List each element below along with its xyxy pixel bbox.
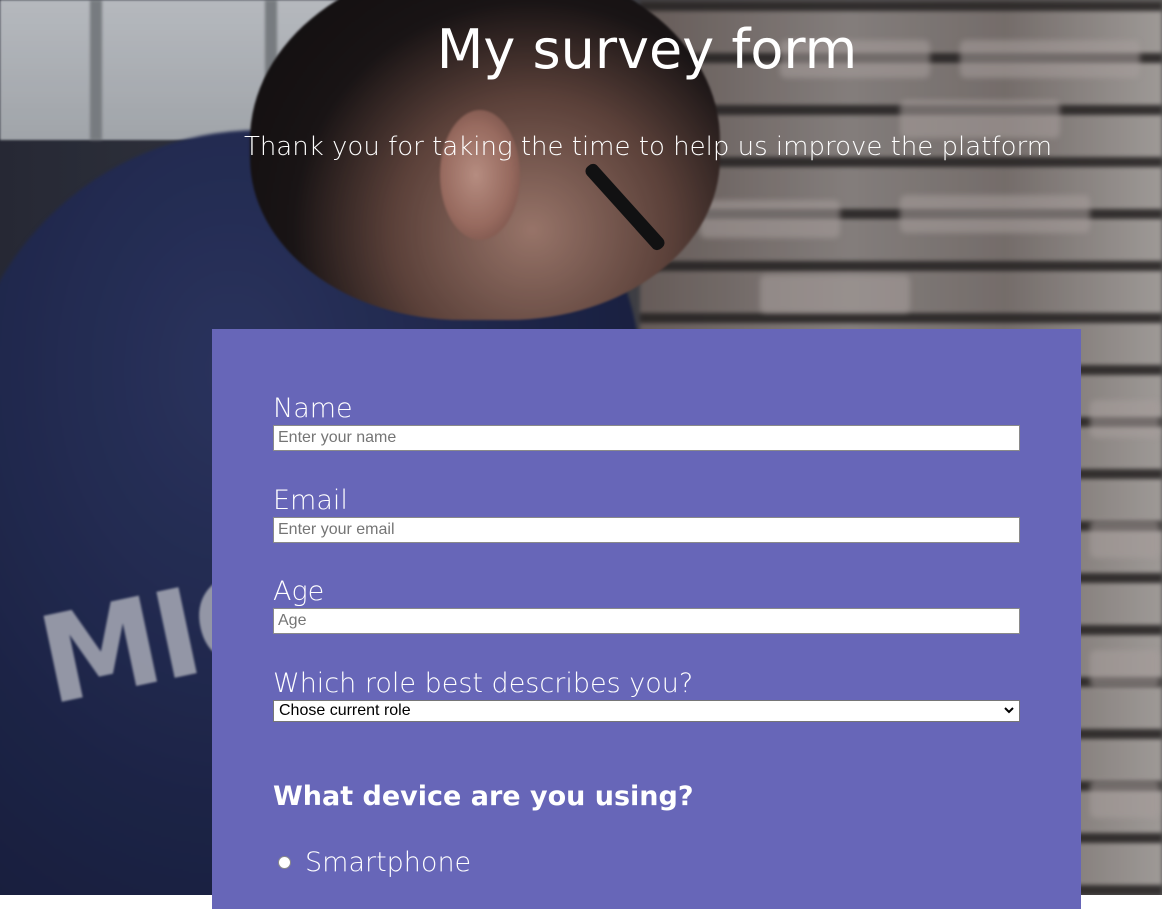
page-title: My survey form [436,18,858,81]
email-input[interactable] [273,517,1020,543]
name-field-group: Name [273,394,1020,451]
radio-button[interactable] [278,856,291,869]
role-select-value: Chose current role [279,702,411,719]
name-input[interactable] [273,425,1020,451]
role-field-group: Which role best describes you? Chose cur… [273,669,1020,722]
email-label: Email [273,485,348,516]
age-field-group: Age [273,577,1020,634]
age-input[interactable] [273,608,1020,634]
page-subtitle: Thank you for taking the time to help us… [243,132,1053,162]
chevron-down-icon [1004,707,1014,714]
survey-form: Name Email Age Which role best describes… [212,329,1081,909]
device-option-label: Smartphone [305,847,472,878]
age-label: Age [273,576,325,607]
device-option-smartphone[interactable]: Smartphone [278,847,471,878]
device-question-heading: What device are you using? [273,781,694,812]
email-field-group: Email [273,486,1020,543]
role-label: Which role best describes you? [273,668,694,699]
role-select[interactable]: Chose current role [273,700,1020,722]
name-label: Name [273,393,353,424]
